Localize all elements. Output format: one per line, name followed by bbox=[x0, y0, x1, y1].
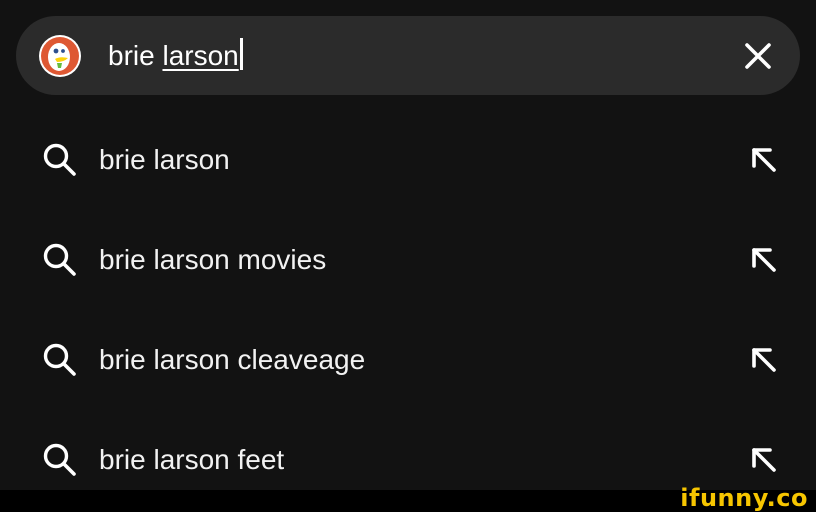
search-icon bbox=[42, 342, 78, 378]
search-icon bbox=[42, 242, 78, 278]
fill-query-button[interactable] bbox=[746, 142, 782, 178]
suggestion-item[interactable]: brie larson cleaveage bbox=[0, 310, 816, 410]
arrow-up-left-icon bbox=[752, 148, 776, 172]
arrow-up-left-icon bbox=[752, 448, 776, 472]
arrow-up-left-icon bbox=[752, 348, 776, 372]
search-input[interactable]: brie larson bbox=[108, 36, 243, 76]
watermark: ifunny.co bbox=[680, 484, 808, 512]
search-bar[interactable]: brie larson bbox=[16, 16, 800, 95]
clear-search-button[interactable] bbox=[738, 36, 778, 76]
suggestion-label: brie larson movies bbox=[99, 244, 327, 275]
suggestion-label: brie larson bbox=[99, 144, 230, 175]
query-composing-text: larson bbox=[162, 40, 239, 71]
query-text: brie bbox=[108, 40, 163, 71]
suggestion-label: brie larson cleaveage bbox=[99, 344, 366, 375]
duckduckgo-logo-icon bbox=[38, 34, 82, 78]
search-icon bbox=[42, 442, 78, 478]
suggestion-item[interactable]: brie larson bbox=[0, 110, 816, 210]
arrow-up-left-icon bbox=[752, 248, 776, 272]
text-caret bbox=[239, 38, 243, 70]
suggestion-label: brie larson feet bbox=[99, 444, 285, 475]
fill-query-button[interactable] bbox=[746, 242, 782, 278]
search-icon bbox=[42, 142, 78, 178]
fill-query-button[interactable] bbox=[746, 442, 782, 478]
fill-query-button[interactable] bbox=[746, 342, 782, 378]
suggestion-item[interactable]: brie larson movies bbox=[0, 210, 816, 310]
close-icon bbox=[745, 43, 771, 69]
